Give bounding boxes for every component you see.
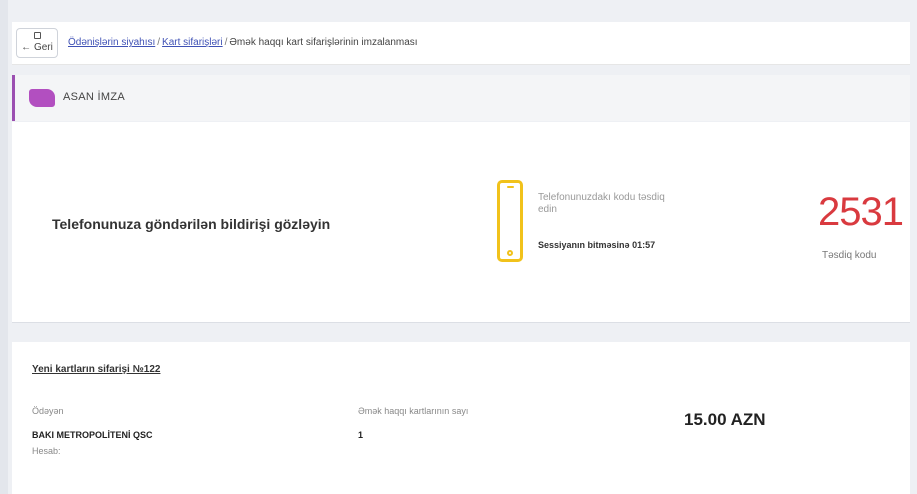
- phone-hint: Telefonunuzdakı kodu təsdiq edin: [538, 192, 665, 215]
- card-count-label: Əmək haqqı kartlarının sayı: [358, 406, 469, 416]
- back-button-label: Geri: [33, 42, 53, 53]
- back-button[interactable]: ← Geri: [16, 28, 58, 58]
- session-timer-value: 01:57: [632, 240, 656, 250]
- signing-instruction: Telefonunuza göndərilən bildirişi gözləy…: [52, 216, 331, 232]
- signing-panel: Telefonunuza göndərilən bildirişi gözləy…: [12, 122, 910, 323]
- breadcrumb-link-payments[interactable]: Ödənişlərin siyahısı: [68, 37, 155, 48]
- payer-label: Ödəyən: [32, 406, 64, 416]
- verification-code-label: Təsdiq kodu: [822, 250, 877, 261]
- account-label: Hesab:: [32, 446, 61, 456]
- phone-icon: [497, 180, 523, 262]
- verification-code: 2531: [818, 190, 904, 234]
- top-bar: ← Geri Ödənişlərin siyahısı / Kart sifariş…: [12, 22, 910, 65]
- asan-imza-logo-icon: [29, 89, 55, 107]
- left-rail: [0, 0, 8, 494]
- order-title-link[interactable]: Yeni kartların sifarişi №122: [32, 364, 160, 375]
- session-timer: Sessiyanın bitməsinə 01:57: [538, 240, 655, 250]
- back-arrow-icon: ←: [21, 42, 34, 53]
- asan-imza-header: ASAN İMZA: [12, 75, 910, 121]
- breadcrumb-link-card-orders[interactable]: Kart sifarişləri: [162, 37, 223, 48]
- window-icon: [34, 32, 41, 39]
- breadcrumb: Ödənişlərin siyahısı / Kart sifarişləri / Əm…: [68, 37, 418, 48]
- breadcrumb-separator: /: [157, 37, 161, 48]
- breadcrumb-separator: /: [224, 37, 228, 48]
- breadcrumb-current: Əmək haqqı kart sifarişlərinin imzalanma…: [229, 37, 418, 48]
- payer-name: BAKI METROPOLİTENİ QSC: [32, 430, 153, 440]
- order-amount: 15.00 AZN: [684, 410, 766, 429]
- session-timer-label: Sessiyanın bitməsinə: [538, 240, 630, 250]
- order-card: Yeni kartların sifarişi №122 Ödəyən BAKI…: [12, 342, 910, 494]
- card-count-value: 1: [358, 430, 364, 440]
- asan-imza-label: ASAN İMZA: [63, 91, 125, 103]
